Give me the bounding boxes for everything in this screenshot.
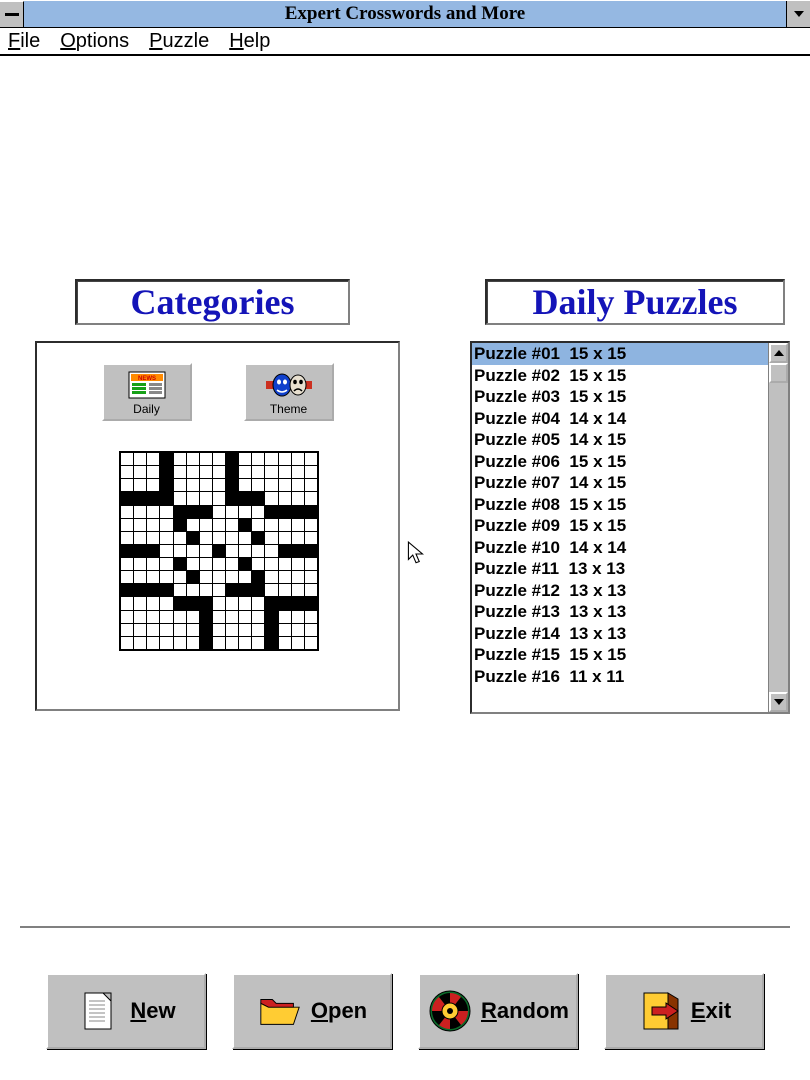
menu-file[interactable]: File bbox=[8, 30, 40, 53]
theme-category-button[interactable]: Theme bbox=[244, 363, 334, 421]
list-item[interactable]: Puzzle #03 15 x 15 bbox=[472, 386, 768, 408]
listbox-scrollbar[interactable] bbox=[768, 343, 788, 712]
minimize-button[interactable] bbox=[786, 1, 810, 27]
list-item[interactable]: Puzzle #05 14 x 15 bbox=[472, 429, 768, 451]
random-button-label: Random bbox=[481, 998, 569, 1024]
list-item[interactable]: Puzzle #08 15 x 15 bbox=[472, 494, 768, 516]
exit-door-icon bbox=[637, 988, 683, 1034]
folder-open-icon bbox=[257, 988, 303, 1034]
window-title: Expert Crosswords and More bbox=[24, 3, 786, 25]
list-item[interactable]: Puzzle #09 15 x 15 bbox=[472, 515, 768, 537]
content-area: Categories Daily Puzzles NEWS bbox=[0, 56, 810, 1080]
divider bbox=[20, 926, 790, 929]
crossword-preview bbox=[119, 451, 319, 651]
scroll-thumb[interactable] bbox=[769, 363, 788, 383]
menu-options[interactable]: Options bbox=[60, 30, 129, 53]
list-item[interactable]: Puzzle #10 14 x 14 bbox=[472, 537, 768, 559]
open-button[interactable]: Open bbox=[232, 973, 392, 1049]
menu-puzzle[interactable]: Puzzle bbox=[149, 30, 209, 53]
list-item[interactable]: Puzzle #07 14 x 15 bbox=[472, 472, 768, 494]
new-document-icon bbox=[76, 988, 122, 1034]
list-item[interactable]: Puzzle #12 13 x 13 bbox=[472, 580, 768, 602]
cursor-icon bbox=[407, 541, 425, 567]
system-menu-button[interactable] bbox=[0, 1, 24, 27]
scroll-track[interactable] bbox=[769, 363, 788, 692]
categories-heading: Categories bbox=[75, 279, 350, 325]
list-item[interactable]: Puzzle #15 15 x 15 bbox=[472, 644, 768, 666]
roulette-wheel-icon bbox=[427, 988, 473, 1034]
list-item[interactable]: Puzzle #14 13 x 13 bbox=[472, 623, 768, 645]
bottom-toolbar: New Open bbox=[0, 966, 810, 1056]
categories-panel: NEWS Daily bbox=[35, 341, 400, 711]
random-button[interactable]: Random bbox=[418, 973, 578, 1049]
list-item[interactable]: Puzzle #16 11 x 11 bbox=[472, 666, 768, 688]
list-item[interactable]: Puzzle #11 13 x 13 bbox=[472, 558, 768, 580]
title-bar: Expert Crosswords and More bbox=[0, 0, 810, 28]
open-button-label: Open bbox=[311, 998, 367, 1024]
new-button[interactable]: New bbox=[46, 973, 206, 1049]
new-button-label: New bbox=[130, 998, 175, 1024]
theme-masks-icon bbox=[264, 368, 314, 402]
scroll-up-button[interactable] bbox=[769, 343, 788, 363]
scroll-down-button[interactable] bbox=[769, 692, 788, 712]
list-item[interactable]: Puzzle #06 15 x 15 bbox=[472, 451, 768, 473]
daily-category-label: Daily bbox=[133, 402, 160, 416]
list-item[interactable]: Puzzle #02 15 x 15 bbox=[472, 365, 768, 387]
list-item[interactable]: Puzzle #13 13 x 13 bbox=[472, 601, 768, 623]
daily-category-button[interactable]: NEWS Daily bbox=[102, 363, 192, 421]
daily-puzzles-heading: Daily Puzzles bbox=[485, 279, 785, 325]
newspaper-icon: NEWS bbox=[127, 368, 167, 402]
theme-category-label: Theme bbox=[270, 402, 307, 416]
exit-button-label: Exit bbox=[691, 998, 731, 1024]
exit-button[interactable]: Exit bbox=[604, 973, 764, 1049]
list-item[interactable]: Puzzle #01 15 x 15 bbox=[472, 343, 768, 365]
menu-help[interactable]: Help bbox=[229, 30, 270, 53]
svg-text:NEWS: NEWS bbox=[138, 376, 156, 382]
menu-bar: File Options Puzzle Help bbox=[0, 28, 810, 56]
puzzle-listbox[interactable]: Puzzle #01 15 x 15Puzzle #02 15 x 15Puzz… bbox=[470, 341, 790, 714]
list-item[interactable]: Puzzle #04 14 x 14 bbox=[472, 408, 768, 430]
